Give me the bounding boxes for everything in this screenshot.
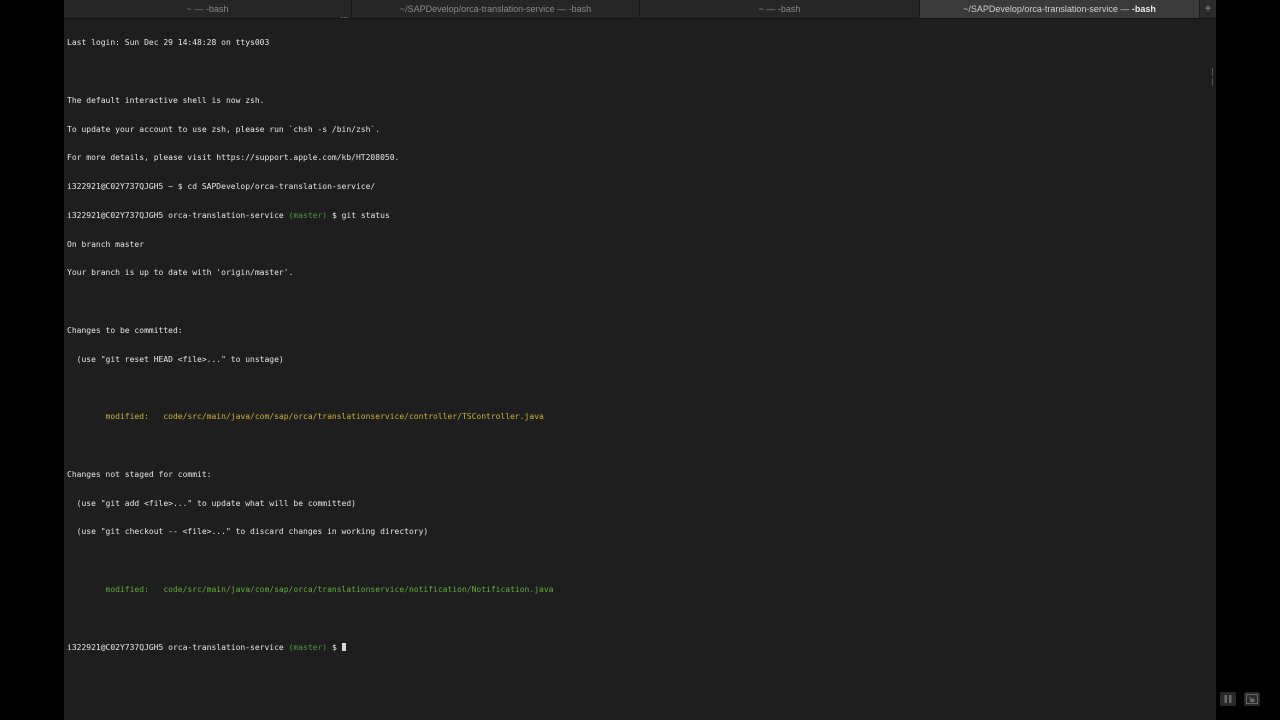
cd-command-line: i322921@C02Y737QJGH5 ~ $ cd SAPDevelop/o…	[67, 182, 376, 192]
prompt-symbol: $	[331, 642, 337, 652]
staged-file-line: modified: code/src/main/java/com/sap/orc…	[67, 412, 544, 422]
tab-orca-bash-1[interactable]: ~/SAPDevelop/orca-translation-service — …	[352, 0, 640, 18]
pause-icon[interactable]	[1220, 692, 1236, 706]
prompt-user: i322921@C02Y737QJGH5 orca-translation-se…	[67, 210, 284, 220]
text-cursor	[341, 642, 346, 651]
shell-notice-line: For more details, please visit https://s…	[67, 153, 400, 163]
prompt-branch: (master)	[288, 210, 328, 220]
scroll-marker	[1210, 68, 1213, 76]
unstaged-hint: (use "git add <file>..." to update what …	[67, 498, 356, 508]
current-prompt-line: i322921@C02Y737QJGH5 orca-translation-se…	[67, 642, 1207, 653]
shell-notice-line: To update your account to use zsh, pleas…	[67, 124, 381, 134]
new-tab-button[interactable]: +	[1200, 0, 1216, 18]
tab-label: ~/SAPDevelop/orca-translation-service — …	[963, 4, 1156, 14]
last-login-line: Last login: Sun Dec 29 14:48:28 on ttys0…	[67, 38, 270, 48]
tab-orca-bash-active[interactable]: ~/SAPDevelop/orca-translation-service — …	[920, 0, 1200, 18]
terminal-window: ~ — -bash ... ~/SAPDevelop/orca-translat…	[64, 0, 1216, 720]
shell-notice-line: The default interactive shell is now zsh…	[67, 95, 265, 105]
tab-bash-home-1[interactable]: ~ — -bash ...	[64, 0, 352, 18]
prompt-branch: (master)	[288, 642, 328, 652]
unstaged-file-line: modified: code/src/main/java/com/sap/orc…	[67, 585, 554, 595]
staged-header: Changes to be committed:	[67, 326, 183, 335]
picture-in-picture-icon[interactable]	[1244, 692, 1260, 706]
tab-label: ~/SAPDevelop/orca-translation-service — …	[399, 4, 592, 14]
tab-label-process: -bash	[1131, 4, 1156, 14]
scroll-marker	[1210, 78, 1213, 86]
terminal-output[interactable]: Last login: Sun Dec 29 14:48:28 on ttys0…	[67, 19, 1207, 699]
tab-label-path: ~/SAPDevelop/orca-translation-service —	[963, 4, 1132, 14]
command-text: git status	[341, 210, 390, 220]
tab-label: ~ — -bash	[186, 4, 229, 14]
unstaged-header: Changes not staged for commit:	[67, 469, 212, 479]
prompt-user: i322921@C02Y737QJGH5 orca-translation-se…	[67, 642, 284, 652]
staged-hint: (use "git reset HEAD <file>..." to unsta…	[67, 354, 284, 364]
video-controls	[1220, 692, 1260, 706]
tab-label: ~ — -bash	[758, 4, 801, 14]
up-to-date-line: Your branch is up to date with 'origin/m…	[67, 268, 294, 278]
unstaged-hint: (use "git checkout -- <file>..." to disc…	[67, 527, 429, 537]
on-branch-line: On branch master	[67, 239, 145, 249]
git-status-command-line: i322921@C02Y737QJGH5 orca-translation-se…	[67, 211, 1207, 221]
tab-bar: ~ — -bash ... ~/SAPDevelop/orca-translat…	[64, 0, 1216, 19]
tab-bash-home-2[interactable]: ~ — -bash	[640, 0, 920, 18]
tab-overflow-indicator: ...	[340, 10, 348, 18]
prompt-symbol: $	[331, 210, 337, 220]
